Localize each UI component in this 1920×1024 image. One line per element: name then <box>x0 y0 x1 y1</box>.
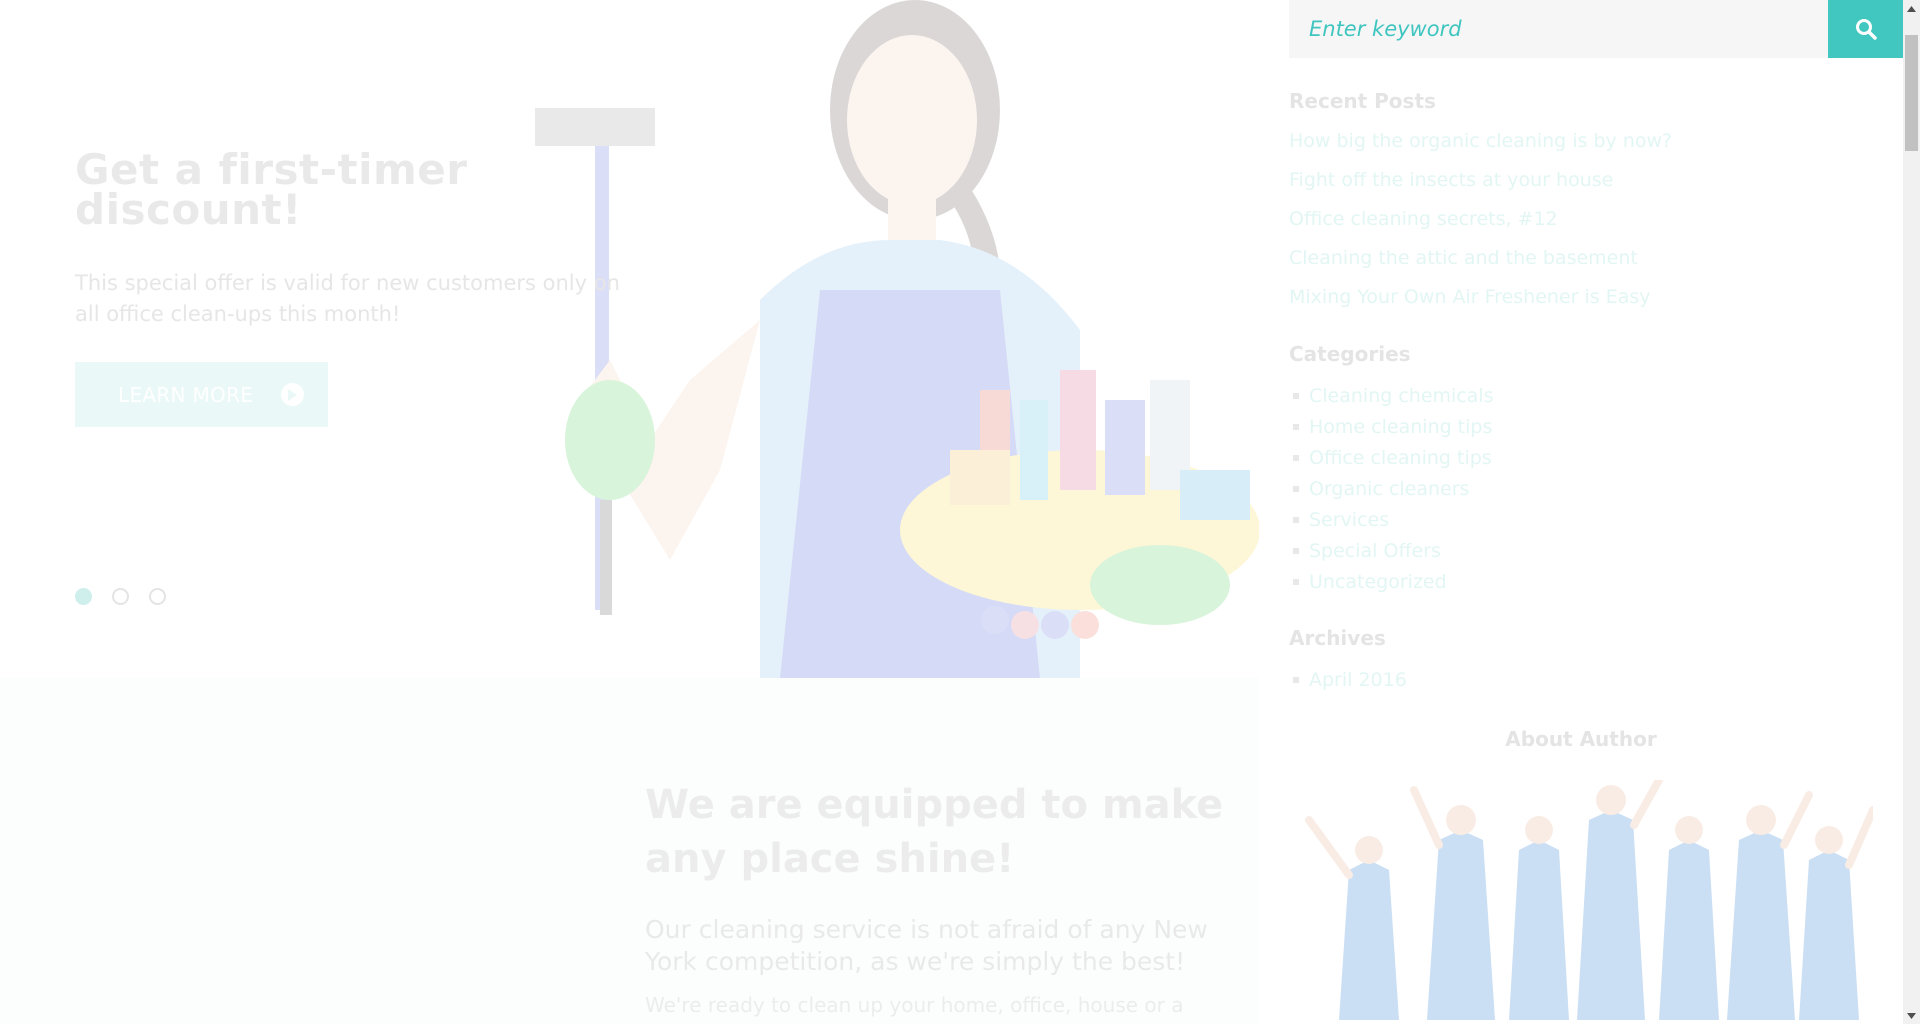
scroll-thumb[interactable] <box>1905 35 1918 151</box>
slider-pagination <box>75 588 166 605</box>
category-label: Uncategorized <box>1309 571 1447 593</box>
chevron-down-icon <box>1907 1012 1916 1019</box>
bullet-icon <box>1293 517 1299 523</box>
category-label: Special Offers <box>1309 540 1441 562</box>
recent-post-link[interactable]: How big the organic cleaning is by now? <box>1289 130 1672 152</box>
sidebar: Recent Posts How big the organic cleanin… <box>1259 0 1903 1024</box>
hero-slider: Get a first-timer discount! This special… <box>0 0 1259 678</box>
hero-title: Get a first-timer discount! <box>75 145 468 234</box>
category-label: Home cleaning tips <box>1309 416 1493 438</box>
recent-post-link[interactable]: Fight off the insects at your house <box>1289 169 1613 191</box>
category-item[interactable]: Organic cleaners <box>1293 478 1469 500</box>
page-scrollbar[interactable] <box>1903 0 1920 1024</box>
recent-post-link[interactable]: Office cleaning secrets, #12 <box>1289 208 1558 230</box>
category-item[interactable]: Special Offers <box>1293 540 1441 562</box>
about-body: We're ready to clean up your home, offic… <box>645 993 1184 1017</box>
author-team-image <box>1305 780 1873 1020</box>
main-content: Get a first-timer discount! This special… <box>0 0 1259 1024</box>
category-label: Office cleaning tips <box>1309 447 1492 469</box>
slider-dot-2[interactable] <box>112 588 129 605</box>
category-label: Services <box>1309 509 1390 531</box>
recent-posts-title: Recent Posts <box>1289 89 1436 113</box>
bullet-icon <box>1293 424 1299 430</box>
bullet-icon <box>1293 393 1299 399</box>
arrow-right-circle-icon <box>281 383 305 406</box>
about-lead: Our cleaning service is not afraid of an… <box>645 915 1208 976</box>
archives-title: Archives <box>1289 626 1386 650</box>
archive-label: April 2016 <box>1309 669 1407 691</box>
about-section: We are equipped to make any place shine!… <box>0 678 1259 1024</box>
category-label: Cleaning chemicals <box>1309 385 1494 407</box>
bullet-icon <box>1293 548 1299 554</box>
slider-dot-1[interactable] <box>75 588 92 605</box>
about-author-title: About Author <box>1505 727 1657 751</box>
search-button[interactable] <box>1828 0 1903 58</box>
bullet-icon <box>1293 579 1299 585</box>
scroll-down-button[interactable] <box>1903 1007 1920 1024</box>
bullet-icon <box>1293 455 1299 461</box>
learn-more-label: LEARN MORE <box>118 382 254 407</box>
search-input[interactable] <box>1289 0 1843 58</box>
search-icon <box>1855 19 1877 40</box>
category-item[interactable]: Home cleaning tips <box>1293 416 1492 438</box>
category-item[interactable]: Services <box>1293 509 1389 531</box>
hero-description: This special offer is valid for new cust… <box>75 271 620 326</box>
hero-cleaner-image <box>535 0 1259 678</box>
categories-title: Categories <box>1289 342 1411 366</box>
category-label: Organic cleaners <box>1309 478 1470 500</box>
archive-item[interactable]: April 2016 <box>1293 669 1407 691</box>
bullet-icon <box>1293 677 1299 683</box>
chevron-up-icon <box>1907 5 1916 12</box>
bullet-icon <box>1293 486 1299 492</box>
category-item[interactable]: Office cleaning tips <box>1293 447 1492 469</box>
recent-post-link[interactable]: Cleaning the attic and the basement <box>1289 247 1638 269</box>
category-item[interactable]: Cleaning chemicals <box>1293 385 1494 407</box>
recent-post-link[interactable]: Mixing Your Own Air Freshener is Easy <box>1289 286 1651 308</box>
hero-text: Get a first-timer discount! This special… <box>75 145 635 330</box>
slider-dot-3[interactable] <box>149 588 166 605</box>
scroll-up-button[interactable] <box>1903 0 1920 17</box>
about-title: We are equipped to make any place shine! <box>645 782 1224 882</box>
category-item[interactable]: Uncategorized <box>1293 571 1447 593</box>
learn-more-button[interactable]: LEARN MORE <box>75 362 328 427</box>
